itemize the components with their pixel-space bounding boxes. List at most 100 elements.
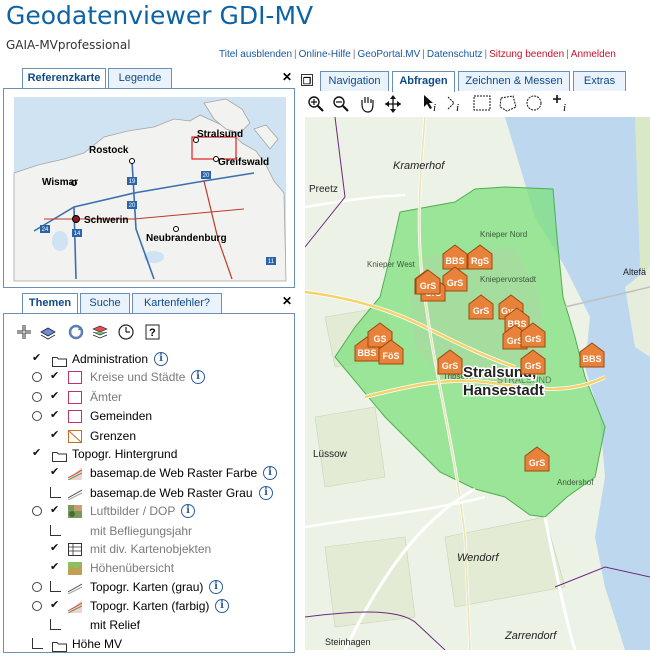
layer-row[interactable]: Topogr. Karten (grau) i — [20, 578, 295, 597]
layer-checkbox[interactable]: ✔ — [50, 600, 61, 611]
layer-row[interactable]: basemap.de Web Raster Grau i — [20, 484, 295, 503]
layer-checkbox[interactable]: ✔ — [50, 430, 61, 441]
layer-checkbox[interactable]: ✔ — [50, 543, 61, 554]
layer-checkbox[interactable] — [50, 581, 61, 592]
sitzung-beenden-link[interactable]: Sitzung beenden — [489, 49, 564, 60]
layer-legend-icon — [68, 391, 82, 404]
layer-checkbox[interactable] — [50, 619, 61, 630]
school-marker-label: GrS — [529, 458, 546, 468]
layer-checkbox[interactable]: ✔ — [50, 391, 61, 402]
layer-row[interactable]: ✔ mit div. Kartenobjekten — [20, 540, 295, 559]
layer-radio[interactable] — [32, 372, 42, 382]
layer-row[interactable]: ✔ Administration i — [20, 350, 295, 369]
info-point-icon[interactable]: i — [553, 95, 566, 114]
overview-map[interactable]: Stralsund Rostock Greifswald Wismar Schw… — [4, 89, 294, 287]
layer-row[interactable]: ✔ Grenzen — [20, 427, 295, 446]
layer-row[interactable]: mit Befliegungsjahr — [20, 522, 295, 541]
tab-legende[interactable]: Legende — [108, 68, 172, 88]
restore-window-icon[interactable]: ❐ — [301, 74, 313, 86]
layer-row[interactable]: ✔ Topogr. Karten (farbig) i — [20, 597, 295, 616]
online-hilfe-link[interactable]: Online-Hilfe — [299, 49, 351, 60]
titel-ausblenden-link[interactable]: Titel ausblenden — [219, 49, 292, 60]
geoportal-link[interactable]: GeoPortal.MV — [357, 49, 420, 60]
layers-icon[interactable] — [40, 327, 56, 340]
info-pointer-icon[interactable]: i — [424, 95, 436, 114]
layer-radio[interactable] — [32, 506, 42, 516]
layer-checkbox[interactable]: ✔ — [50, 371, 61, 382]
layer-row[interactable]: ✔ Luftbilder / DOP i — [20, 502, 295, 521]
info-icon[interactable]: i — [154, 352, 168, 366]
zoom-in-icon[interactable] — [308, 96, 324, 112]
map-label-preetz: Preetz — [309, 184, 338, 195]
layer-row[interactable]: mit Relief — [20, 616, 295, 635]
tab-navigation[interactable]: Navigation — [320, 71, 389, 91]
refresh-icon[interactable] — [68, 324, 84, 340]
layer-label: mit Befliegungsjahr — [90, 524, 193, 538]
folder-icon — [52, 639, 67, 652]
info-icon[interactable]: i — [215, 599, 229, 613]
tab-zeichnen-messen[interactable]: Zeichnen & Messen — [458, 71, 570, 91]
layer-label: Ämter — [90, 390, 123, 404]
layer-row[interactable]: ✔ basemap.de Web Raster Farbe i — [20, 464, 295, 483]
info-icon[interactable]: i — [181, 504, 195, 518]
themen-tabs: Themen Suche Kartenfehler? — [19, 293, 299, 314]
help-icon[interactable]: ? — [145, 324, 160, 340]
layer-checkbox[interactable]: ✔ — [32, 448, 43, 459]
info-rectangle-icon[interactable] — [473, 95, 491, 111]
layer-row[interactable]: Höhe MV — [20, 635, 295, 654]
layer-row[interactable]: ✔ Kreise und Städte i — [20, 368, 295, 387]
layer-row[interactable]: ✔ Ämter — [20, 388, 295, 407]
layer-row[interactable]: ✔ Höhenübersicht — [20, 559, 295, 578]
layer-label: mit div. Kartenobjekten — [90, 542, 212, 556]
close-reference-icon[interactable]: ✕ — [281, 71, 293, 83]
add-layer-icon[interactable] — [17, 325, 31, 339]
layer-legend-icon — [67, 467, 83, 481]
layer-checkbox[interactable] — [32, 638, 43, 649]
tab-abfragen[interactable]: Abfragen — [392, 71, 455, 92]
layer-radio[interactable] — [32, 392, 42, 402]
layer-row[interactable]: ✔ Topogr. Hintergrund — [20, 445, 295, 464]
layer-checkbox[interactable]: ✔ — [32, 353, 43, 364]
svg-text:?: ? — [149, 327, 156, 339]
clock-icon[interactable] — [118, 324, 134, 340]
school-marker-label: BBS — [582, 354, 601, 364]
layer-checkbox[interactable] — [50, 487, 61, 498]
layer-checkbox[interactable] — [50, 525, 61, 536]
pan-hand-icon[interactable] — [361, 97, 374, 113]
info-polygon-icon[interactable] — [499, 95, 517, 112]
info-circle-icon[interactable] — [526, 95, 542, 111]
layer-radio[interactable] — [32, 601, 42, 611]
datenschutz-link[interactable]: Datenschutz — [427, 49, 483, 60]
layer-label: Topogr. Karten (farbig) — [90, 599, 210, 613]
svg-text:i: i — [433, 102, 436, 114]
close-themen-icon[interactable]: ✕ — [281, 295, 293, 307]
top-links: Titel ausblenden | Online-Hilfe | GeoPortal.… — [219, 49, 616, 61]
tab-kartenfehler[interactable]: Kartenfehler? — [132, 293, 222, 313]
road-shield: 24 — [42, 227, 49, 233]
tab-referenzkarte[interactable]: Referenzkarte — [22, 68, 106, 89]
info-icon[interactable]: i — [259, 486, 273, 500]
layer-radio[interactable] — [32, 411, 42, 421]
info-icon[interactable]: i — [191, 370, 205, 384]
layer-checkbox[interactable]: ✔ — [50, 505, 61, 516]
move-icon[interactable] — [385, 95, 401, 113]
tab-themen[interactable]: Themen — [22, 293, 78, 314]
road-shield: 20 — [203, 173, 210, 179]
tab-suche[interactable]: Suche — [80, 293, 130, 313]
info-icon[interactable]: i — [209, 580, 223, 594]
layer-radio[interactable] — [32, 582, 42, 592]
layer-checkbox[interactable]: ✔ — [50, 562, 61, 573]
info-line-icon[interactable]: i — [447, 96, 459, 114]
main-map[interactable]: Kramerhof Preetz Lüssow Wendorf Zarrendo… — [305, 117, 650, 650]
info-icon[interactable]: i — [263, 466, 277, 480]
link-separator: | — [422, 49, 425, 60]
layers-stack-icon[interactable] — [92, 325, 108, 339]
app-title: Geodatenviewer GDI-MV — [6, 1, 314, 30]
zoom-out-icon[interactable] — [333, 96, 349, 112]
layer-checkbox[interactable]: ✔ — [50, 467, 61, 478]
tab-extras[interactable]: Extras — [573, 71, 626, 91]
anmelden-link[interactable]: Anmelden — [571, 49, 616, 60]
layer-checkbox[interactable]: ✔ — [50, 410, 61, 421]
layer-row[interactable]: ✔ Gemeinden — [20, 407, 295, 426]
road-shield: 11 — [268, 259, 275, 265]
